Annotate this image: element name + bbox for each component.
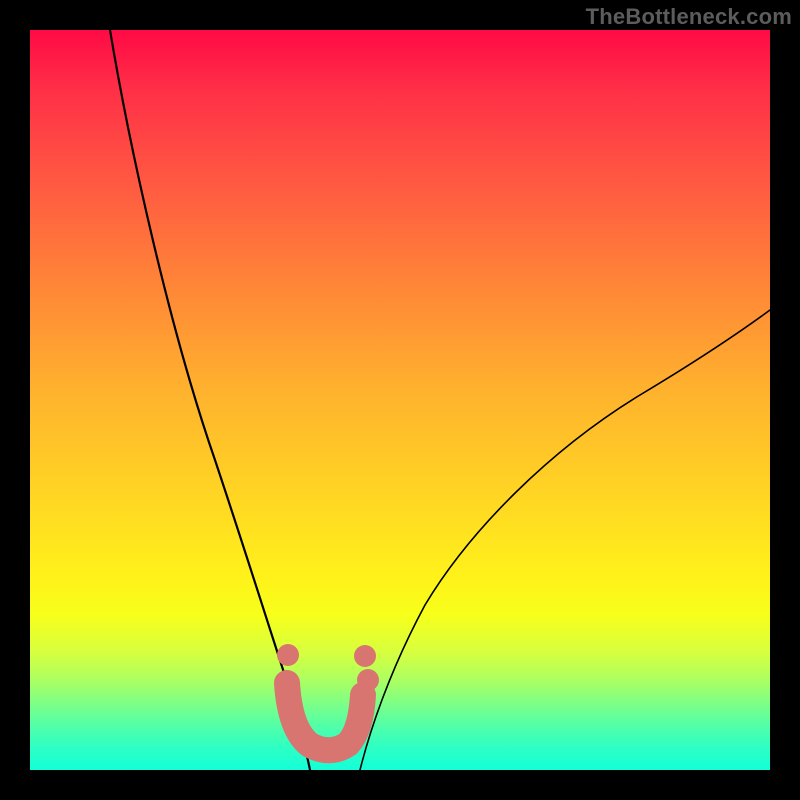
valley-dot-left xyxy=(277,644,299,666)
valley-dot-right-lower xyxy=(357,669,379,691)
chart-frame: TheBottleneck.com xyxy=(0,0,800,800)
bottleneck-curve-right xyxy=(360,310,770,770)
attribution-text: TheBottleneck.com xyxy=(586,4,792,30)
chart-svg xyxy=(30,30,770,770)
plot-area xyxy=(30,30,770,770)
valley-dot-right-upper xyxy=(354,645,376,667)
valley-marker xyxy=(287,683,363,750)
